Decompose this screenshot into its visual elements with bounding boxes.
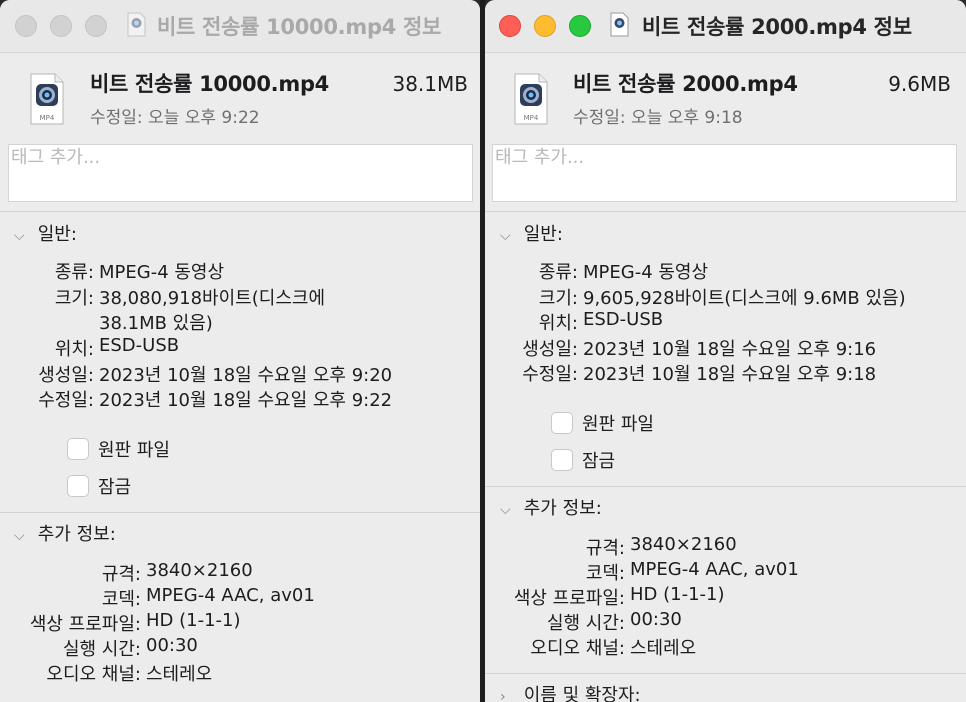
section-more-info-toggle[interactable]: ⌵ 추가 정보: xyxy=(14,520,116,546)
title-bar[interactable]: 비트 전송률 10000.mp4 정보 xyxy=(0,0,480,53)
info-row-size: 크기: 9,605,928바이트(디스크에 9.6MB 있음) xyxy=(538,288,906,309)
mp4-badge: MP4 xyxy=(40,114,55,122)
close-button[interactable] xyxy=(499,15,521,37)
checkbox-box[interactable] xyxy=(551,449,573,471)
checkbox-box[interactable] xyxy=(67,475,89,497)
window-title: 비트 전송률 2000.mp4 정보 xyxy=(642,15,912,39)
file-name: 비트 전송률 10000.mp4 xyxy=(90,72,329,96)
file-size: 38.1MB xyxy=(392,72,468,96)
chevron-down-icon: ⌵ xyxy=(500,228,511,244)
info-row-duration: 실행 시간: 00:30 xyxy=(546,609,682,634)
chevron-down-icon: ⌵ xyxy=(500,502,511,518)
info-row-created: 생성일: 2023년 10월 18일 수요일 오후 9:20 xyxy=(38,365,393,386)
file-modified: 수정일: 오늘 오후 9:22 xyxy=(90,108,260,128)
file-name: 비트 전송률 2000.mp4 xyxy=(573,72,798,96)
info-row-kind: 종류: MPEG-4 동영상 xyxy=(54,262,225,283)
close-button[interactable] xyxy=(15,15,37,37)
info-row-color-profile: 색상 프로파일: HD (1-1-1) xyxy=(513,584,725,609)
window-title: 비트 전송률 10000.mp4 정보 xyxy=(157,15,442,39)
info-row-where: 위치: ESD-USB xyxy=(538,309,664,334)
section-general-toggle[interactable]: ⌵ 일반: xyxy=(500,220,563,246)
mp4-badge: MP4 xyxy=(524,114,539,122)
zoom-button[interactable] xyxy=(85,15,107,37)
title-bar[interactable]: 비트 전송률 2000.mp4 정보 xyxy=(485,0,966,53)
info-row-kind: 종류: MPEG-4 동영상 xyxy=(538,262,709,283)
section-more-info-title: 추가 정보: xyxy=(37,524,116,545)
file-modified: 수정일: 오늘 오후 9:18 xyxy=(573,108,743,128)
divider xyxy=(485,486,966,487)
file-size: 9.6MB xyxy=(888,72,951,96)
section-general-title: 일반: xyxy=(523,224,563,245)
info-row-codecs: 코덱: MPEG-4 AAC, av01 xyxy=(101,585,315,610)
section-general-title: 일반: xyxy=(37,224,77,245)
divider xyxy=(485,673,966,674)
zoom-button[interactable] xyxy=(569,15,591,37)
minimize-button[interactable] xyxy=(50,15,72,37)
section-more-info-toggle[interactable]: ⌵ 추가 정보: xyxy=(500,494,602,520)
section-more-info-title: 추가 정보: xyxy=(523,498,602,519)
info-row-color-profile: 색상 프로파일: HD (1-1-1) xyxy=(29,610,241,635)
info-row-audio-channels: 오디오 채널: 스테레오 xyxy=(46,664,213,685)
info-row-modified: 수정일: 2023년 10월 18일 수요일 오후 9:18 xyxy=(522,364,877,385)
info-row-size-cont: 38.1MB 있음) xyxy=(99,313,213,334)
info-row-dimensions: 규격: 3840×2160 xyxy=(101,560,253,585)
divider xyxy=(0,512,480,513)
tags-input[interactable] xyxy=(9,145,451,168)
info-row-created: 생성일: 2023년 10월 18일 수요일 오후 9:16 xyxy=(522,339,877,360)
movie-file-icon xyxy=(127,12,146,37)
info-row-codecs: 코덱: MPEG-4 AAC, av01 xyxy=(585,559,799,584)
quicktime-movie-icon: MP4 xyxy=(30,73,64,125)
info-row-duration: 실행 시간: 00:30 xyxy=(62,635,198,660)
section-name-extension-toggle[interactable]: › 이름 및 확장자: xyxy=(500,681,641,702)
tags-input[interactable] xyxy=(493,145,935,168)
info-row-audio-channels: 오디오 채널: 스테레오 xyxy=(530,638,697,659)
divider xyxy=(485,211,966,212)
info-window-left: 비트 전송률 10000.mp4 정보 MP4 비트 전송률 10000.mp4… xyxy=(0,0,480,702)
movie-file-icon xyxy=(610,12,629,37)
minimize-button[interactable] xyxy=(534,15,556,37)
info-row-modified: 수정일: 2023년 10월 18일 수요일 오후 9:22 xyxy=(38,390,393,411)
checkbox-box[interactable] xyxy=(67,438,89,460)
info-window-right: 비트 전송률 2000.mp4 정보 MP4 비트 전송률 2000.mp4 9… xyxy=(485,0,966,702)
section-name-extension-title: 이름 및 확장자: xyxy=(523,685,641,702)
divider xyxy=(0,211,480,212)
quicktime-movie-icon: MP4 xyxy=(514,73,548,125)
tags-field[interactable] xyxy=(492,144,957,202)
section-general-toggle[interactable]: ⌵ 일반: xyxy=(14,220,77,246)
chevron-down-icon: ⌵ xyxy=(14,228,25,244)
chevron-right-icon: › xyxy=(500,689,506,702)
info-row-where: 위치: ESD-USB xyxy=(54,335,180,360)
tags-field[interactable] xyxy=(8,144,473,202)
checkbox-box[interactable] xyxy=(551,412,573,434)
info-row-size: 크기: 38,080,918바이트(디스크에 xyxy=(54,288,326,309)
chevron-down-icon: ⌵ xyxy=(14,528,25,544)
info-row-dimensions: 규격: 3840×2160 xyxy=(585,534,737,559)
